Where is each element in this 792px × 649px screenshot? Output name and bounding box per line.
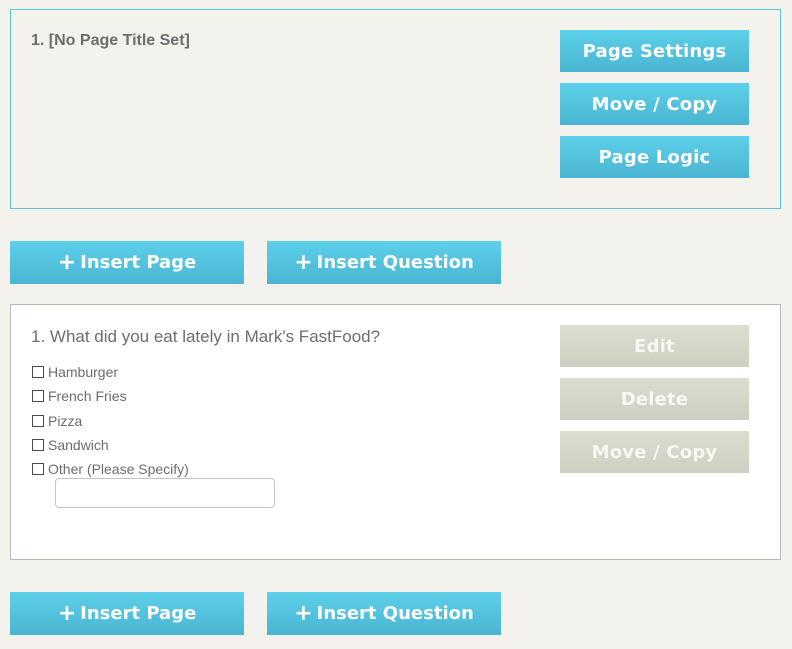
checkbox-icon[interactable] xyxy=(32,366,44,379)
option-hamburger[interactable]: Hamburger xyxy=(32,360,189,384)
question-panel: 1. What did you eat lately in Mark's Fas… xyxy=(10,304,781,560)
insert-page-button-bottom[interactable]: + Insert Page xyxy=(10,592,244,635)
page-move-copy-button[interactable]: Move / Copy xyxy=(560,83,749,125)
option-sandwich[interactable]: Sandwich xyxy=(32,433,189,457)
page-settings-button[interactable]: Page Settings xyxy=(560,30,749,72)
page-panel: 1. [No Page Title Set] Page Settings Mov… xyxy=(10,9,781,209)
question-move-copy-button[interactable]: Move / Copy xyxy=(560,431,749,473)
page-logic-button[interactable]: Page Logic xyxy=(560,136,749,178)
page-title: 1. [No Page Title Set] xyxy=(31,32,190,49)
insert-question-label: Insert Question xyxy=(316,603,474,624)
delete-button[interactable]: Delete xyxy=(560,378,749,420)
option-pizza[interactable]: Pizza xyxy=(32,409,189,433)
insert-question-button-top[interactable]: + Insert Question xyxy=(267,241,501,284)
checkbox-icon[interactable] xyxy=(32,439,44,452)
question-text: 1. What did you eat lately in Mark's Fas… xyxy=(31,327,381,346)
insert-page-label: Insert Page xyxy=(80,603,197,624)
insert-page-label: Insert Page xyxy=(80,252,197,273)
plus-icon: + xyxy=(294,600,313,626)
option-label: French Fries xyxy=(48,388,127,405)
plus-icon: + xyxy=(57,600,77,626)
options-list: Hamburger French Fries Pizza Sandwich Ot… xyxy=(32,360,189,481)
checkbox-icon[interactable] xyxy=(32,463,44,476)
insert-question-label: Insert Question xyxy=(316,252,474,273)
checkbox-icon[interactable] xyxy=(32,414,44,427)
other-specify-input[interactable] xyxy=(55,478,275,508)
plus-icon: + xyxy=(57,249,77,275)
option-label: Pizza xyxy=(48,412,83,429)
option-label: Other (Please Specify) xyxy=(48,461,189,478)
option-label: Sandwich xyxy=(48,437,109,454)
checkbox-icon[interactable] xyxy=(32,390,44,403)
insert-question-button-bottom[interactable]: + Insert Question xyxy=(267,592,501,635)
option-label: Hamburger xyxy=(48,364,119,381)
insert-page-button-top[interactable]: + Insert Page xyxy=(10,241,244,284)
option-french-fries[interactable]: French Fries xyxy=(32,384,189,408)
plus-icon: + xyxy=(294,249,313,275)
edit-button[interactable]: Edit xyxy=(560,325,749,367)
